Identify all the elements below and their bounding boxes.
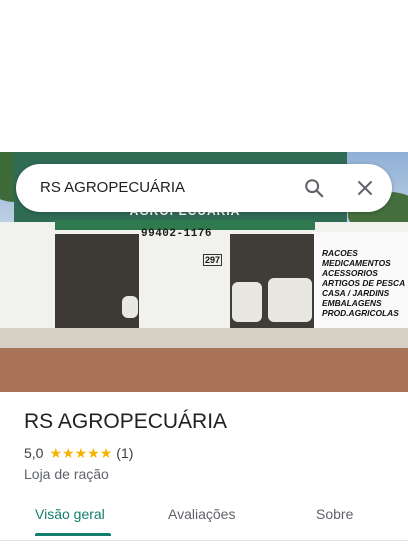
- star-icon: ★: [99, 445, 113, 461]
- tab-about[interactable]: Sobre: [316, 506, 353, 522]
- service-item: PROD.AGRICOLAS: [322, 308, 399, 318]
- search-button[interactable]: [298, 172, 330, 204]
- service-item: ARTIGOS DE PESCA: [322, 278, 406, 288]
- star-icon: ★: [74, 445, 88, 461]
- photo-feed-sacks: [268, 278, 312, 322]
- photo-sidewalk: [0, 328, 408, 350]
- service-item: MEDICAMENTOS: [322, 258, 391, 268]
- search-bar[interactable]: RS AGROPECUÁRIA: [16, 164, 392, 212]
- service-item: CASA / JARDINS: [322, 288, 390, 298]
- service-item: RACOES: [322, 248, 358, 258]
- photo-dirt-road: [0, 348, 408, 392]
- clear-search-button[interactable]: [349, 172, 381, 204]
- close-icon: [358, 181, 372, 195]
- rating-stars: ★ ★ ★ ★ ★: [49, 446, 112, 460]
- place-title: RS AGROPECUÁRIA: [24, 410, 228, 433]
- place-category: Loja de ração: [24, 466, 109, 482]
- place-tabs: Visão geral Avaliações Sobre: [0, 496, 408, 540]
- rating-summary[interactable]: 5,0 ★ ★ ★ ★ ★ (1): [24, 445, 133, 461]
- active-tab-indicator: [35, 533, 111, 536]
- tabs-divider: [0, 540, 408, 541]
- search-input[interactable]: RS AGROPECUÁRIA: [40, 179, 185, 196]
- service-item: ACESSORIOS: [322, 268, 378, 278]
- rating-value: 5,0: [24, 445, 44, 461]
- star-icon: ★: [87, 445, 100, 461]
- star-icon: ★: [62, 445, 75, 461]
- storefront-phone: 99402-1176: [141, 228, 213, 240]
- storefront-number: 297: [203, 254, 223, 266]
- search-icon: [305, 179, 324, 198]
- photo-feed-sacks: [232, 282, 262, 322]
- service-item: EMBALAGENS: [322, 298, 382, 308]
- tab-overview[interactable]: Visão geral: [35, 506, 105, 522]
- review-count: (1): [116, 445, 134, 461]
- tab-reviews[interactable]: Avaliações: [168, 506, 235, 522]
- star-icon: ★: [49, 445, 63, 461]
- storefront-services-list: RACOES MEDICAMENTOS ACESSORIOS ARTIGOS D…: [322, 248, 405, 318]
- photo-feed-sacks: [122, 296, 138, 318]
